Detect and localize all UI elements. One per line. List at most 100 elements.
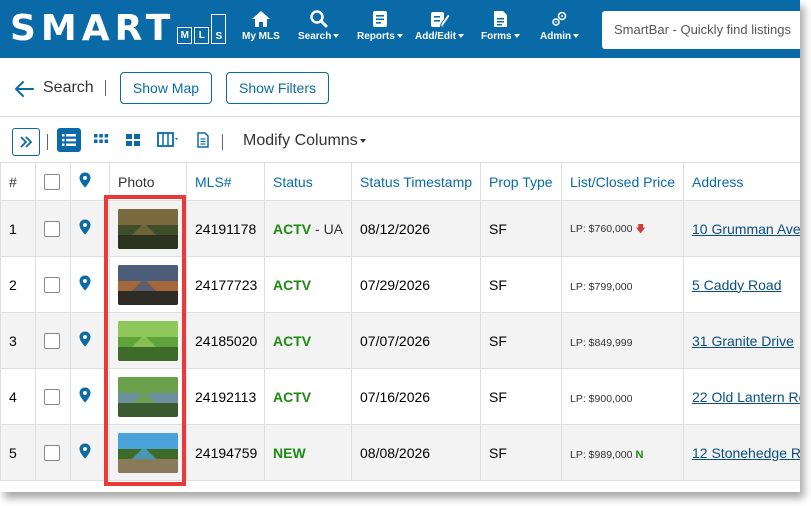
row-map-pin-cell[interactable]	[70, 256, 110, 313]
row-map-pin-cell[interactable]	[70, 200, 110, 257]
row-address-cell[interactable]: 12 Stonehedge Road	[683, 424, 800, 481]
row-select-cell[interactable]	[35, 256, 71, 313]
column-header-status[interactable]: Status	[264, 162, 352, 201]
row-mls-number[interactable]: 24192113	[186, 368, 265, 425]
table-row[interactable]: 3 24185020 ACTV 07/07/2026 SF LP: $849,9…	[0, 312, 800, 369]
column-header-list-closed-price[interactable]: List/Closed Price	[561, 162, 684, 201]
row-checkbox[interactable]	[44, 333, 60, 350]
table-row[interactable]: 1 24191178 ACTV - UA 08/12/2026 SF LP: $…	[0, 200, 800, 257]
nav-label: Forms	[481, 31, 512, 42]
list-view-icon	[62, 134, 76, 146]
row-address-cell[interactable]: 31 Granite Drive	[683, 312, 800, 369]
listing-photo-thumbnail[interactable]	[118, 376, 178, 417]
row-address-cell[interactable]: 5 Caddy Road	[683, 256, 800, 313]
price-down-arrow-icon: 🡇	[635, 223, 646, 235]
row-select-cell[interactable]	[35, 312, 71, 369]
row-mls-number[interactable]: 24194759	[186, 424, 265, 481]
column-header-address[interactable]: Address	[683, 162, 800, 201]
row-address-cell[interactable]: 10 Grumman Avenue	[683, 200, 800, 257]
address-link[interactable]: 22 Old Lantern Road	[692, 389, 800, 405]
nav-add-edit[interactable]: Add/Edit	[415, 10, 465, 42]
tile-view-button[interactable]	[121, 128, 145, 152]
column-header-status-timestamp[interactable]: Status Timestamp	[351, 162, 481, 201]
table-row[interactable]: 2 24177723 ACTV 07/29/2026 SF LP: $799,0…	[0, 256, 800, 313]
row-checkbox[interactable]	[44, 221, 60, 238]
column-header-prop-type[interactable]: Prop Type	[480, 162, 562, 201]
select-all-checkbox[interactable]	[44, 174, 60, 191]
row-status-timestamp: 08/08/2026	[351, 424, 481, 481]
search-icon	[309, 10, 328, 28]
row-map-pin-cell[interactable]	[70, 424, 110, 481]
row-price-cell: LP: $799,000	[561, 256, 684, 313]
map-pin-icon	[79, 219, 91, 235]
show-map-button[interactable]: Show Map	[120, 72, 212, 104]
column-header-map-pin[interactable]	[70, 162, 110, 201]
back-arrow-icon[interactable]	[14, 80, 34, 98]
row-photo-cell[interactable]	[109, 312, 187, 369]
nav-reports[interactable]: Reports	[357, 10, 403, 42]
list-price: LP: $900,000	[570, 392, 633, 405]
row-mls-number[interactable]: 24177723	[186, 256, 265, 313]
column-header-number[interactable]: #	[0, 162, 36, 201]
row-status-timestamp: 07/29/2026	[351, 256, 481, 313]
status-value: ACTV	[273, 276, 312, 293]
row-map-pin-cell[interactable]	[70, 368, 110, 425]
address-link[interactable]: 5 Caddy Road	[692, 277, 782, 293]
row-prop-type: SF	[480, 256, 562, 313]
document-icon	[197, 132, 209, 148]
caret-down-icon	[333, 34, 340, 39]
map-pin-icon	[79, 387, 91, 403]
table-row[interactable]: 5 24194759 NEW 08/08/2026 SF LP: $989,00…	[0, 424, 800, 481]
row-photo-cell[interactable]	[109, 200, 187, 257]
row-checkbox[interactable]	[44, 389, 60, 406]
toolbar-divider	[47, 134, 48, 150]
search-label[interactable]: Search	[43, 79, 94, 97]
row-status: ACTV	[264, 368, 352, 425]
row-select-cell[interactable]	[35, 424, 71, 481]
table-row[interactable]: 4 24192113 ACTV 07/16/2026 SF LP: $900,0…	[0, 368, 800, 425]
listing-photo-thumbnail[interactable]	[118, 264, 178, 305]
nav-admin[interactable]: Admin	[540, 10, 580, 42]
nav-search[interactable]: Search	[298, 10, 340, 42]
forms-icon	[494, 11, 508, 27]
listing-photo-thumbnail[interactable]	[118, 432, 178, 473]
column-view-button[interactable]	[155, 128, 183, 152]
column-header-select-all[interactable]	[35, 162, 71, 201]
nav-forms[interactable]: Forms	[481, 10, 520, 42]
list-view-button[interactable]	[57, 128, 81, 152]
show-filters-button[interactable]: Show Filters	[226, 72, 329, 104]
address-link[interactable]: 10 Grumman Avenue	[692, 221, 800, 237]
row-photo-cell[interactable]	[109, 256, 187, 313]
modify-columns-label: Modify Columns	[243, 132, 358, 149]
row-address-cell[interactable]: 22 Old Lantern Road	[683, 368, 800, 425]
row-number: 1	[0, 200, 36, 257]
column-header-photo[interactable]: Photo	[109, 162, 187, 201]
smart-mls-logo[interactable]: SMART M L S	[10, 11, 227, 47]
address-link[interactable]: 12 Stonehedge Road	[692, 445, 800, 461]
row-mls-number[interactable]: 24185020	[186, 312, 265, 369]
row-checkbox[interactable]	[44, 445, 60, 462]
modify-columns-dropdown[interactable]: Modify Columns	[243, 132, 366, 150]
row-select-cell[interactable]	[35, 200, 71, 257]
document-view-button[interactable]	[191, 128, 215, 152]
row-photo-cell[interactable]	[109, 424, 187, 481]
new-listing-flag: N	[635, 448, 644, 461]
nav-my-mls[interactable]: My MLS	[242, 10, 280, 42]
smartbar-search-input[interactable]: SmartBar - Quickly find listings	[602, 11, 800, 49]
row-number: 2	[0, 256, 36, 313]
row-photo-cell[interactable]	[109, 368, 187, 425]
table-header-row: # Photo MLS# Status Status Timestamp Pro…	[0, 162, 800, 201]
row-checkbox[interactable]	[44, 277, 60, 294]
listing-photo-thumbnail[interactable]	[118, 320, 178, 361]
grid-view-button[interactable]	[89, 128, 113, 152]
row-mls-number[interactable]: 24191178	[186, 200, 265, 257]
listing-photo-thumbnail[interactable]	[118, 208, 178, 249]
row-number: 4	[0, 368, 36, 425]
expand-panel-button[interactable]	[12, 128, 40, 156]
row-select-cell[interactable]	[35, 368, 71, 425]
row-map-pin-cell[interactable]	[70, 312, 110, 369]
column-header-mls[interactable]: MLS#	[186, 162, 265, 201]
map-pin-icon	[79, 172, 91, 188]
row-price-cell: LP: $989,000 N	[561, 424, 684, 481]
address-link[interactable]: 31 Granite Drive	[692, 333, 794, 349]
